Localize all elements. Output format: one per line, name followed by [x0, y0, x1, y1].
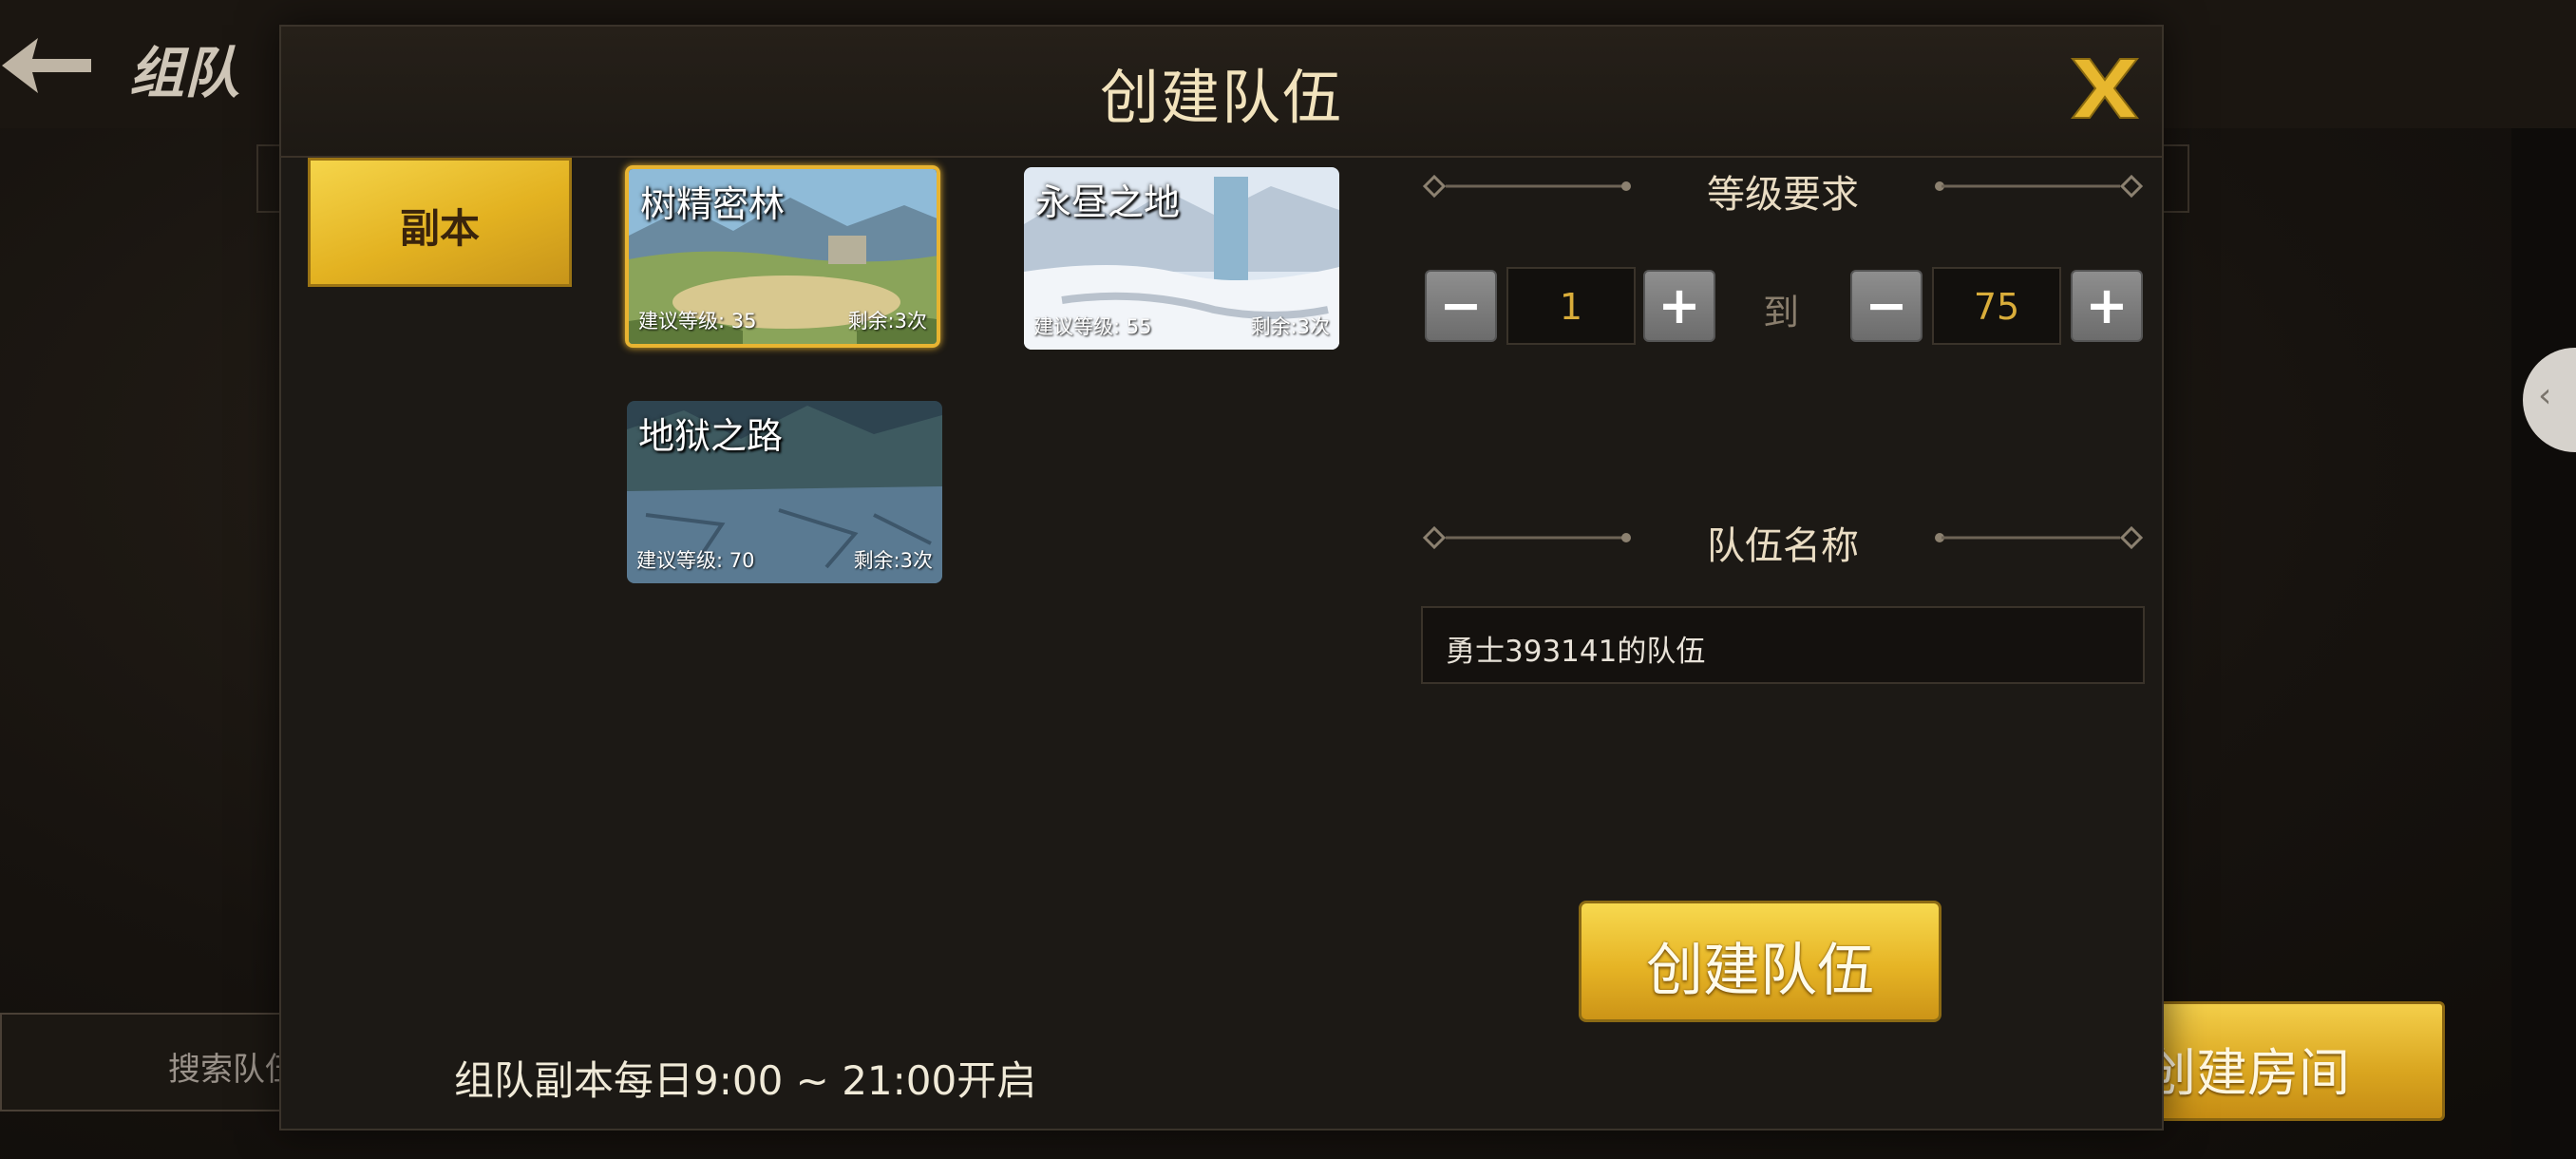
- max-level-minus-button[interactable]: −: [1850, 270, 1923, 342]
- dungeon-card-forest[interactable]: 树精密林 建议等级: 35 剩余:3次: [625, 165, 940, 348]
- max-level-value: 75: [1973, 286, 2020, 328]
- min-level-plus-button[interactable]: +: [1643, 270, 1715, 342]
- create-team-dialog: 创建队伍 副本 树精密林 建议等级: 35 剩余:3次 永昼之地 建议等级: 5…: [279, 25, 2164, 1130]
- schedule-note: 组队副本每日9:00 ~ 21:00开启: [454, 1057, 1037, 1104]
- level-requirement-header: 等级要求: [1421, 158, 2145, 217]
- recommended-level: 建议等级: 55: [1033, 315, 1152, 338]
- background-strip: [2511, 0, 2576, 1159]
- dialog-title: 创建队伍: [1099, 63, 1343, 132]
- level-requirement-title: 等级要求: [1707, 173, 1859, 217]
- team-name-value: 勇士393141的队伍: [1446, 635, 1706, 669]
- tab-dungeon-label: 副本: [399, 205, 480, 252]
- search-placeholder: 搜索队伍: [168, 1051, 297, 1089]
- close-icon[interactable]: [2067, 55, 2143, 122]
- dungeon-card-snowland[interactable]: 永昼之地 建议等级: 55 剩余:3次: [1024, 167, 1339, 350]
- remaining-count: 剩余:3次: [853, 549, 933, 572]
- dungeon-card-hellroad[interactable]: 地狱之路 建议等级: 70 剩余:3次: [627, 401, 942, 583]
- dungeon-name: 地狱之路: [638, 415, 784, 457]
- back-arrow-icon[interactable]: [0, 34, 95, 97]
- team-name-header: 队伍名称: [1421, 509, 2145, 568]
- recommended-level: 建议等级: 35: [638, 310, 757, 332]
- chevron-left-icon: ‹: [2538, 376, 2552, 415]
- tab-dungeon[interactable]: 副本: [308, 158, 572, 287]
- max-level-field[interactable]: 75: [1932, 267, 2061, 345]
- recommended-level: 建议等级: 70: [636, 549, 755, 572]
- create-team-button[interactable]: 创建队伍: [1579, 901, 1941, 1022]
- dialog-header: 创建队伍: [281, 27, 2162, 158]
- dungeon-name: 永昼之地: [1035, 181, 1181, 223]
- level-range-to: 到: [1763, 292, 1800, 333]
- team-name-title: 队伍名称: [1707, 524, 1859, 568]
- create-team-label: 创建队伍: [1646, 938, 1874, 1004]
- team-name-input[interactable]: 勇士393141的队伍: [1421, 606, 2145, 684]
- min-level-minus-button[interactable]: −: [1425, 270, 1497, 342]
- remaining-count: 剩余:3次: [1250, 315, 1330, 338]
- minus-icon: −: [1439, 276, 1483, 335]
- dungeon-name: 树精密林: [640, 183, 786, 225]
- create-room-label: 创建房间: [2145, 1043, 2350, 1103]
- remaining-count: 剩余:3次: [847, 310, 927, 332]
- min-level-value: 1: [1559, 286, 1583, 328]
- plus-icon: +: [1657, 276, 1701, 335]
- max-level-plus-button[interactable]: +: [2071, 270, 2143, 342]
- minus-icon: −: [1865, 276, 1908, 335]
- min-level-field[interactable]: 1: [1506, 267, 1636, 345]
- search-team-input[interactable]: 搜索队伍: [0, 1013, 313, 1112]
- plus-icon: +: [2085, 276, 2129, 335]
- screen-title: 组队: [129, 41, 240, 105]
